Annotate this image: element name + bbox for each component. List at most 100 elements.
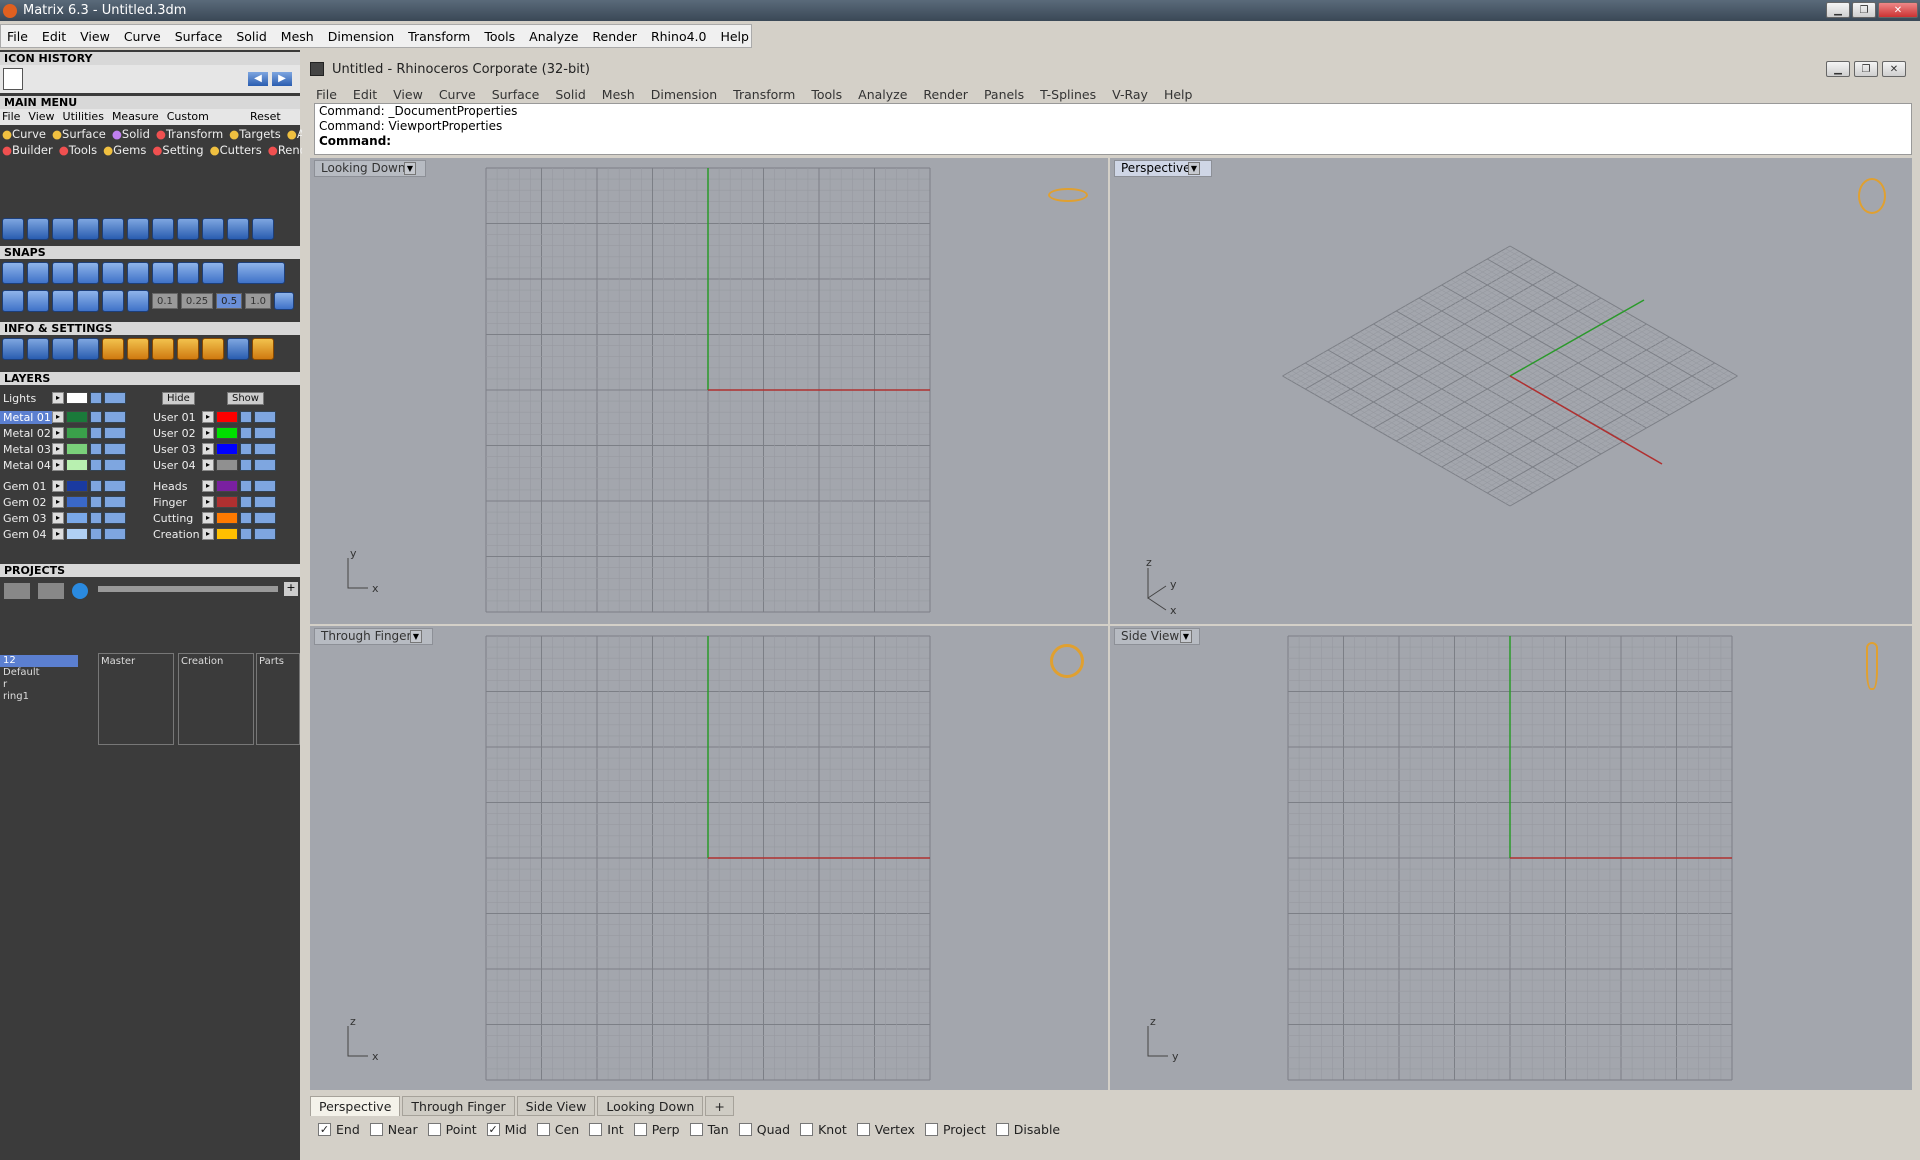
layer-color-swatch[interactable] bbox=[216, 443, 238, 455]
tab-perspective[interactable]: Perspective bbox=[310, 1096, 401, 1116]
snap-mid-icon[interactable] bbox=[177, 262, 199, 284]
layer-lock-icon[interactable] bbox=[90, 411, 102, 423]
layer-row-lights[interactable]: Lights ▸ bbox=[0, 391, 126, 405]
layer-arrow-icon[interactable]: ▸ bbox=[52, 427, 64, 439]
osnap-checkbox[interactable] bbox=[689, 1123, 703, 1136]
info-doc-icon[interactable] bbox=[52, 338, 74, 360]
layer-arrow-icon[interactable]: ▸ bbox=[202, 427, 214, 439]
osnap-end[interactable]: ✓ End bbox=[318, 1122, 360, 1137]
main-tab-custom[interactable]: Custom bbox=[167, 110, 209, 123]
snap-perp-icon[interactable] bbox=[102, 262, 124, 284]
history-forward-icon[interactable]: ▶ bbox=[272, 72, 292, 86]
snap-end-icon[interactable] bbox=[2, 262, 24, 284]
layer-lock-icon[interactable] bbox=[90, 480, 102, 492]
layer-visible-icon[interactable] bbox=[104, 427, 126, 439]
outer-menu-mesh[interactable]: Mesh bbox=[281, 29, 314, 44]
layer-lock-icon[interactable] bbox=[240, 512, 252, 524]
rhino-menu-tools[interactable]: Tools bbox=[811, 87, 842, 102]
osnap-checkbox[interactable]: ✓ bbox=[486, 1123, 500, 1136]
rhino-menu-tsplines[interactable]: T-Splines bbox=[1040, 87, 1096, 102]
rhino-menu-analyze[interactable]: Analyze bbox=[858, 87, 907, 102]
project-new-folder-icon[interactable] bbox=[4, 583, 30, 599]
history-back-icon[interactable]: ◀ bbox=[248, 72, 268, 86]
outer-menu-file[interactable]: File bbox=[7, 29, 28, 44]
project-open-folder-icon[interactable] bbox=[38, 583, 64, 599]
osnap-checkbox[interactable] bbox=[536, 1123, 550, 1136]
osnap-disable[interactable]: Disable bbox=[995, 1122, 1060, 1137]
snap-value-10[interactable]: 1.0 bbox=[245, 293, 271, 309]
layer-arrow-icon[interactable]: ▸ bbox=[202, 512, 214, 524]
osnap-checkbox[interactable] bbox=[800, 1123, 814, 1136]
rhino-menu-view[interactable]: View bbox=[393, 87, 423, 102]
project-item[interactable]: Default bbox=[0, 667, 84, 679]
layer-lock-icon[interactable] bbox=[90, 443, 102, 455]
rhino-menu-dimension[interactable]: Dimension bbox=[651, 87, 717, 102]
layer-row[interactable]: Heads ▸ bbox=[150, 479, 276, 493]
layer-row[interactable]: Creation ▸ bbox=[150, 527, 276, 541]
minimize-button[interactable]: ▁ bbox=[1826, 2, 1850, 18]
snap-near-icon[interactable] bbox=[27, 262, 49, 284]
layer-visible-icon[interactable] bbox=[254, 496, 276, 508]
snap-value-01[interactable]: 0.1 bbox=[152, 293, 178, 309]
cat-gems[interactable]: ●Gems bbox=[103, 143, 146, 157]
layer-visible-icon[interactable] bbox=[104, 392, 126, 404]
osnap-checkbox[interactable] bbox=[924, 1123, 938, 1136]
info-cube-icon[interactable] bbox=[27, 338, 49, 360]
outer-menu-transform[interactable]: Transform bbox=[408, 29, 470, 44]
osnap-perp[interactable]: Perp bbox=[633, 1122, 680, 1137]
history-doc-icon[interactable] bbox=[3, 68, 23, 90]
layer-arrow-icon[interactable]: ▸ bbox=[52, 443, 64, 455]
main-tab-utilities[interactable]: Utilities bbox=[63, 110, 104, 123]
maximize-button[interactable]: ❐ bbox=[1852, 2, 1876, 18]
osnap-near[interactable]: Near bbox=[369, 1122, 418, 1137]
info-edit-icon[interactable] bbox=[77, 338, 99, 360]
layer-color-swatch[interactable] bbox=[66, 443, 88, 455]
project-slider[interactable] bbox=[98, 586, 278, 592]
layer-visible-icon[interactable] bbox=[254, 480, 276, 492]
rhino-menu-curve[interactable]: Curve bbox=[439, 87, 476, 102]
layer-lock-icon[interactable] bbox=[240, 427, 252, 439]
cat-solid[interactable]: ●Solid bbox=[112, 127, 150, 141]
project-item[interactable]: r bbox=[0, 679, 84, 691]
snap-curve-icon[interactable] bbox=[52, 290, 74, 312]
layer-arrow-icon[interactable]: ▸ bbox=[202, 411, 214, 423]
layer-arrow-icon[interactable]: ▸ bbox=[52, 496, 64, 508]
layer-row[interactable]: Gem 02 ▸ bbox=[0, 495, 126, 509]
cat-setting[interactable]: ●Setting bbox=[152, 143, 203, 157]
tool-twist-icon[interactable] bbox=[177, 218, 199, 240]
viewport-looking-down[interactable]: y x Looking Down ▼ bbox=[310, 158, 1108, 624]
viewport-through-finger[interactable]: z x Through Finger ▼ bbox=[310, 626, 1108, 1090]
tool-cage-icon[interactable] bbox=[227, 218, 249, 240]
osnap-checkbox[interactable] bbox=[369, 1123, 383, 1136]
info-layers-icon[interactable] bbox=[2, 338, 24, 360]
layer-lock-icon[interactable] bbox=[240, 411, 252, 423]
layer-color-swatch[interactable] bbox=[216, 512, 238, 524]
viewport-dropdown-icon[interactable]: ▼ bbox=[404, 162, 416, 175]
layer-row[interactable]: Metal 04 ▸ bbox=[0, 458, 126, 472]
layer-color-swatch[interactable] bbox=[66, 528, 88, 540]
snap-int-icon[interactable] bbox=[52, 262, 74, 284]
layer-row[interactable]: Gem 03 ▸ bbox=[0, 511, 126, 525]
outer-menu-dimension[interactable]: Dimension bbox=[328, 29, 394, 44]
layer-color-swatch[interactable] bbox=[66, 480, 88, 492]
snap-project-icon[interactable] bbox=[127, 290, 149, 312]
viewport-side-view[interactable]: z y Side View ▼ bbox=[1110, 626, 1912, 1090]
layer-row[interactable]: Gem 04 ▸ bbox=[0, 527, 126, 541]
layer-arrow-icon[interactable]: ▸ bbox=[52, 392, 64, 404]
snap-quad-icon[interactable] bbox=[127, 262, 149, 284]
layer-row[interactable]: User 02 ▸ bbox=[150, 426, 276, 440]
layer-row[interactable]: Metal 02 ▸ bbox=[0, 426, 126, 440]
layer-color-swatch[interactable] bbox=[216, 528, 238, 540]
command-prompt[interactable]: Command: bbox=[319, 134, 1911, 149]
osnap-project[interactable]: Project bbox=[924, 1122, 986, 1137]
layer-visible-icon[interactable] bbox=[104, 512, 126, 524]
layer-arrow-icon[interactable]: ▸ bbox=[52, 459, 64, 471]
info-render-icon[interactable] bbox=[127, 338, 149, 360]
outer-menu-rhino4[interactable]: Rhino4.0 bbox=[651, 29, 707, 44]
outer-menu-curve[interactable]: Curve bbox=[124, 29, 161, 44]
layer-arrow-icon[interactable]: ▸ bbox=[52, 411, 64, 423]
snap-center-icon[interactable] bbox=[152, 262, 174, 284]
layer-arrow-icon[interactable]: ▸ bbox=[202, 496, 214, 508]
snap-ortho-icon[interactable] bbox=[237, 262, 285, 284]
layer-color-swatch[interactable] bbox=[216, 480, 238, 492]
